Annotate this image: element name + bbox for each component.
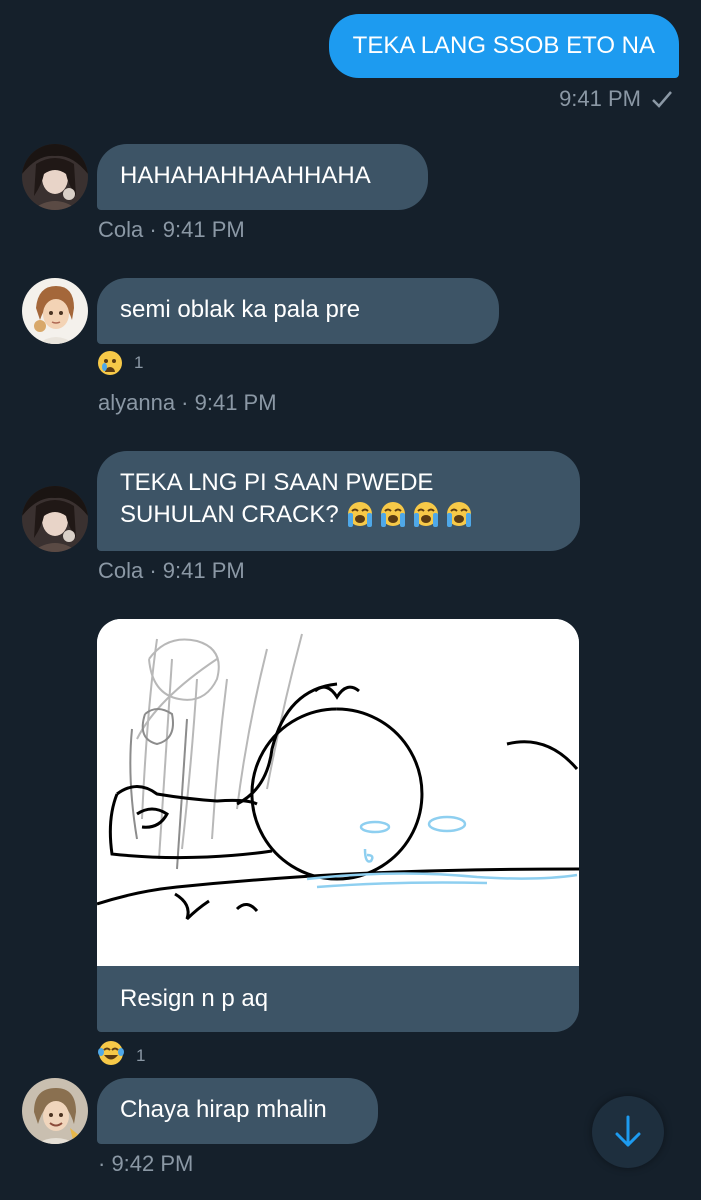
tears-of-joy-icon xyxy=(98,1040,124,1071)
incoming-message-bubble[interactable]: Chaya hirap mhalin xyxy=(97,1078,378,1144)
message-text: HAHAHAHHAAHHAHA xyxy=(120,162,371,189)
message-meta: 9:41 PM xyxy=(559,86,673,112)
crying-face-icon xyxy=(98,351,122,375)
sad-doodle-image[interactable] xyxy=(97,619,579,966)
message-text-line: TEKA LNG PI SAAN PWEDE xyxy=(120,469,434,496)
image-caption: Resign n p aq xyxy=(120,985,269,1012)
reaction-count: 1 xyxy=(136,1045,146,1065)
message-reaction[interactable]: 1 xyxy=(98,1040,145,1071)
message-text: semi oblak ka pala pre xyxy=(120,296,361,323)
image-message[interactable]: Resign n p aq xyxy=(97,619,579,1032)
message-text: TEKA LANG SSOB ETO NA xyxy=(352,32,655,59)
loudly-crying-face-icon xyxy=(345,501,474,529)
sent-check-icon xyxy=(652,91,672,108)
message-time: 9:41 PM xyxy=(559,86,641,111)
avatar[interactable] xyxy=(22,1078,88,1144)
scroll-to-bottom-button[interactable] xyxy=(592,1096,664,1168)
avatar[interactable] xyxy=(22,144,88,210)
incoming-message-bubble[interactable]: TEKA LNG PI SAAN PWEDE SUHULAN CRACK? xyxy=(97,451,580,551)
message-meta: · 9:42 PM xyxy=(98,1151,194,1176)
incoming-message-bubble[interactable]: semi oblak ka pala pre xyxy=(97,278,499,344)
reaction-count: 1 xyxy=(134,353,144,372)
incoming-message-bubble[interactable]: HAHAHAHHAAHHAHA xyxy=(97,144,428,210)
message-meta: alyanna · 9:41 PM xyxy=(98,390,277,415)
message-text-row: SUHULAN CRACK? xyxy=(120,499,557,531)
avatar[interactable] xyxy=(22,486,88,552)
message-reaction[interactable]: 1 xyxy=(98,351,143,375)
message-text-line: SUHULAN CRACK? xyxy=(120,501,339,528)
avatar[interactable] xyxy=(22,278,88,344)
message-text: Chaya hirap mhalin xyxy=(120,1096,327,1123)
outgoing-message-bubble[interactable]: TEKA LANG SSOB ETO NA xyxy=(328,14,679,78)
message-meta: Cola · 9:41 PM xyxy=(98,558,245,583)
arrow-down-icon xyxy=(615,1115,641,1147)
message-meta: Cola · 9:41 PM xyxy=(98,217,245,242)
